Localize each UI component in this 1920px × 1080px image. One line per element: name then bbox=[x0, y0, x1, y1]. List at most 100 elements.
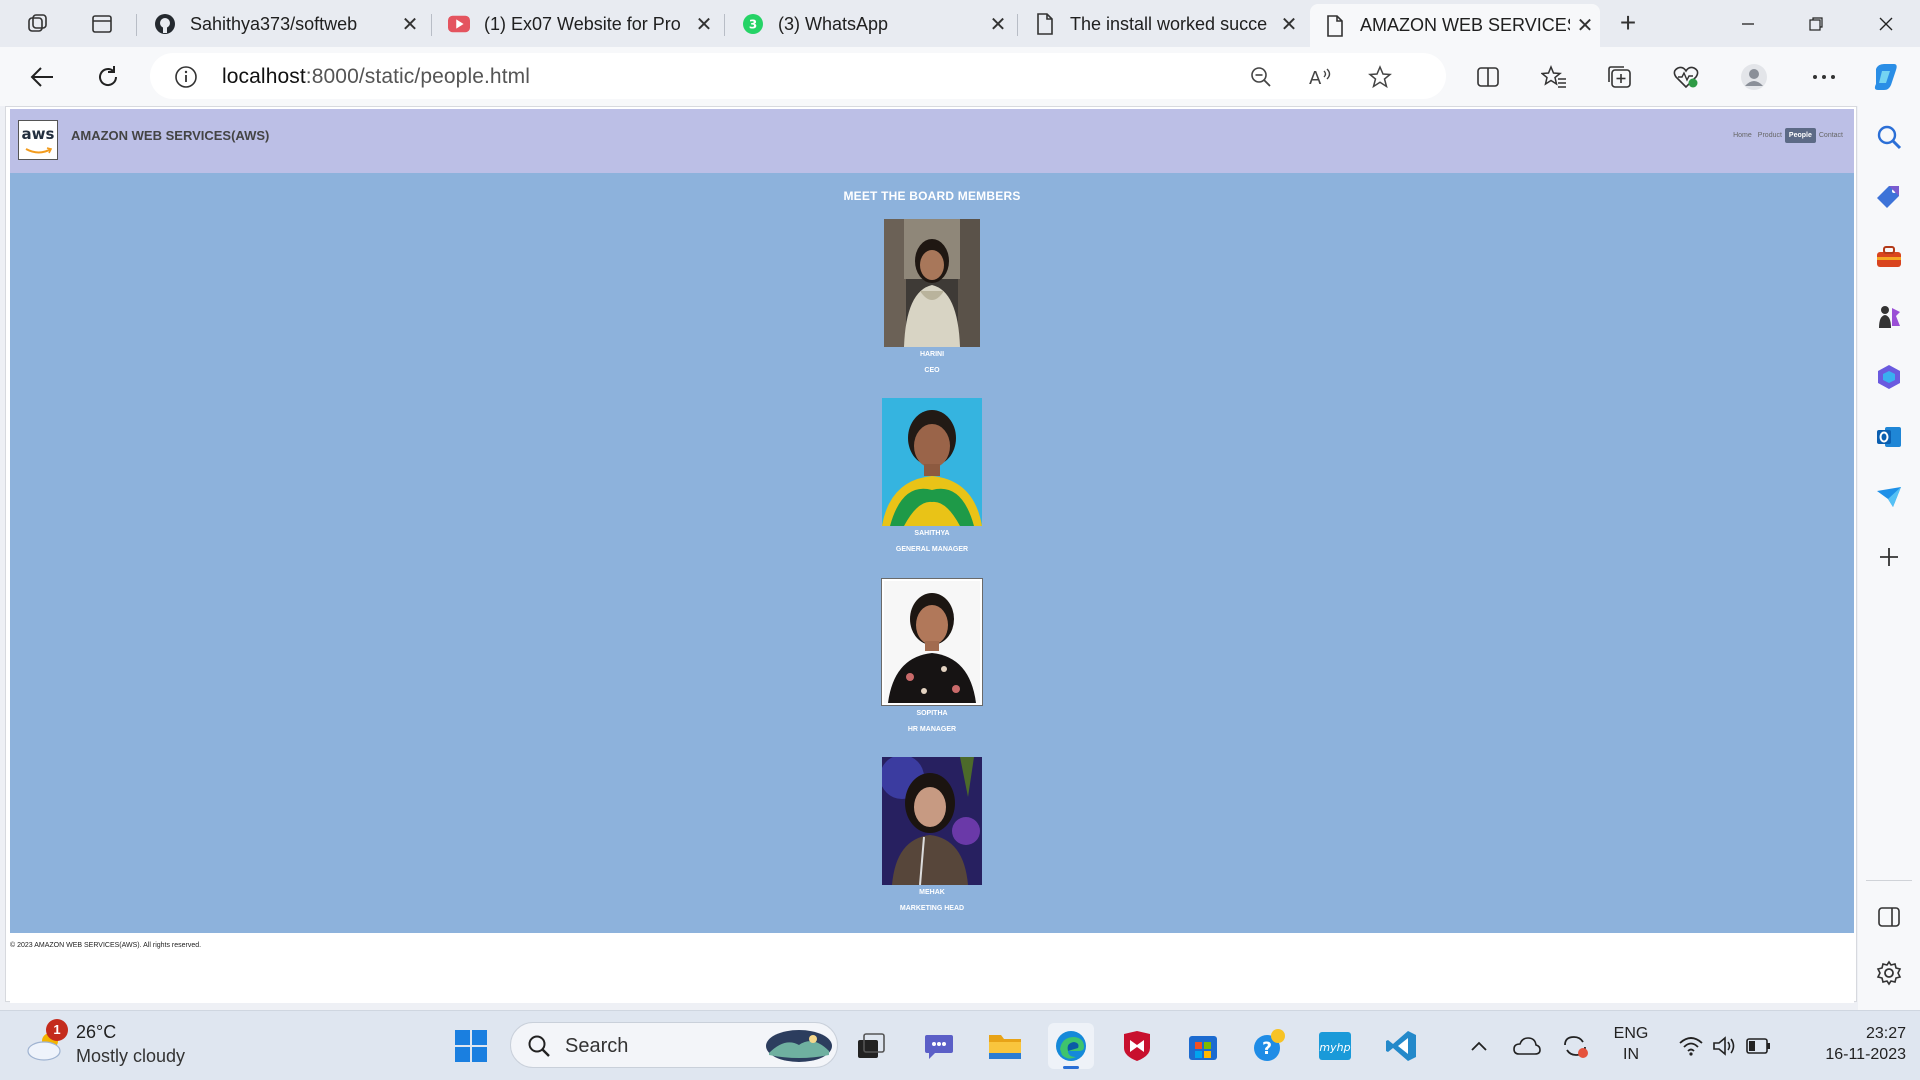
member-photo bbox=[884, 219, 980, 347]
people-section: MEET THE BOARD MEMBERS HARINI CEO SAHITH… bbox=[10, 173, 1854, 933]
site-title: AMAZON WEB SERVICES(AWS) bbox=[71, 128, 270, 143]
clock-date: 16-11-2023 bbox=[1825, 1046, 1906, 1063]
myhp-icon[interactable]: myhp bbox=[1312, 1023, 1358, 1069]
youtube-icon bbox=[448, 13, 470, 35]
split-screen-icon[interactable] bbox=[1468, 57, 1508, 97]
nav-people[interactable]: People bbox=[1784, 128, 1816, 143]
browser-toolbar: localhost:8000/static/people.html A bbox=[0, 47, 1920, 106]
close-tab-icon[interactable]: ✕ bbox=[1570, 13, 1600, 38]
more-menu-icon[interactable] bbox=[1804, 57, 1844, 97]
weather-badge: 1 bbox=[46, 1019, 68, 1041]
copilot-icon[interactable] bbox=[1866, 57, 1906, 97]
microsoft365-icon[interactable] bbox=[1872, 360, 1906, 394]
sync-icon[interactable] bbox=[1552, 1023, 1598, 1069]
member-card: MEHAK MARKETING HEAD bbox=[852, 757, 1012, 913]
workspaces-icon[interactable] bbox=[18, 8, 58, 40]
edge-browser-icon[interactable] bbox=[1048, 1023, 1094, 1069]
teams-chat-icon[interactable] bbox=[916, 1023, 962, 1069]
weather-desc[interactable]: Mostly cloudy bbox=[76, 1046, 185, 1067]
send-drop-icon[interactable] bbox=[1872, 480, 1906, 514]
page-heading: MEET THE BOARD MEMBERS bbox=[843, 189, 1021, 203]
search-icon bbox=[527, 1034, 551, 1063]
logo-text: aws bbox=[21, 125, 55, 143]
vscode-icon[interactable] bbox=[1378, 1023, 1424, 1069]
member-photo bbox=[881, 578, 983, 706]
nav-product[interactable]: Product bbox=[1755, 128, 1785, 143]
profile-avatar[interactable] bbox=[1734, 57, 1774, 97]
svg-text:?: ? bbox=[1262, 1039, 1272, 1059]
start-button[interactable] bbox=[448, 1023, 494, 1069]
task-view-icon[interactable] bbox=[848, 1023, 894, 1069]
taskbar-search[interactable]: Search bbox=[510, 1022, 838, 1068]
member-name: SAHITHYA bbox=[914, 530, 950, 537]
aws-logo[interactable]: aws bbox=[18, 120, 58, 160]
close-window-button[interactable] bbox=[1866, 6, 1906, 42]
browser-essentials-icon[interactable] bbox=[1666, 57, 1706, 97]
url-path: :8000/static/people.html bbox=[305, 65, 530, 88]
site-info-icon[interactable] bbox=[174, 65, 198, 94]
tab-aws-active[interactable]: AMAZON WEB SERVICES ✕ bbox=[1310, 4, 1600, 47]
refresh-button[interactable] bbox=[88, 57, 128, 97]
tab-youtube[interactable]: (1) Ex07 Website for Pro ✕ bbox=[434, 4, 719, 44]
get-help-icon[interactable]: ? bbox=[1246, 1023, 1292, 1069]
shopping-tag-icon[interactable] bbox=[1872, 180, 1906, 214]
settings-gear-icon[interactable] bbox=[1872, 956, 1906, 990]
close-tab-icon[interactable]: ✕ bbox=[983, 12, 1013, 37]
read-aloud-icon[interactable]: A bbox=[1306, 62, 1336, 92]
tab-whatsapp[interactable]: 3 (3) WhatsApp ✕ bbox=[728, 4, 1013, 44]
add-sidebar-app-icon[interactable] bbox=[1872, 540, 1906, 574]
nav-home[interactable]: Home bbox=[1730, 128, 1755, 143]
zoom-out-icon[interactable] bbox=[1246, 62, 1276, 92]
minimize-button[interactable] bbox=[1728, 6, 1768, 42]
clock[interactable]: 23:27 16-11-2023 bbox=[1786, 1025, 1906, 1064]
page-viewport: aws AMAZON WEB SERVICES(AWS) Home Produc… bbox=[5, 106, 1857, 1003]
footer-text: © 2023 AMAZON WEB SERVICES(AWS). All rig… bbox=[10, 942, 202, 949]
onedrive-cloud-icon[interactable] bbox=[1504, 1023, 1550, 1069]
tab-github[interactable]: Sahithya373/softweb ✕ bbox=[140, 4, 425, 44]
volume-icon[interactable] bbox=[1712, 1035, 1738, 1062]
tab-title: Sahithya373/softweb bbox=[190, 13, 358, 34]
nav-contact[interactable]: Contact bbox=[1816, 128, 1846, 143]
address-bar[interactable]: localhost:8000/static/people.html A bbox=[150, 53, 1446, 99]
member-role: CEO bbox=[924, 367, 940, 374]
favorites-icon[interactable] bbox=[1534, 57, 1574, 97]
microsoft-store-icon[interactable] bbox=[1180, 1023, 1226, 1069]
member-role: HR MANAGER bbox=[907, 726, 957, 733]
mcafee-icon[interactable] bbox=[1114, 1023, 1160, 1069]
region-code: IN bbox=[1623, 1046, 1639, 1063]
battery-icon[interactable] bbox=[1746, 1037, 1772, 1060]
tab-title: (1) Ex07 Website for Pro bbox=[484, 13, 681, 34]
wifi-icon[interactable] bbox=[1678, 1035, 1704, 1062]
url-host: localhost bbox=[222, 65, 306, 88]
weather-temp[interactable]: 26°C bbox=[76, 1022, 116, 1043]
tools-briefcase-icon[interactable] bbox=[1872, 240, 1906, 274]
file-explorer-icon[interactable] bbox=[982, 1023, 1028, 1069]
hide-sidebar-icon[interactable] bbox=[1872, 900, 1906, 934]
tab-actions-icon[interactable] bbox=[82, 8, 122, 40]
tab-django-install[interactable]: The install worked succe ✕ bbox=[1020, 4, 1304, 44]
svg-text:myhp: myhp bbox=[1319, 1041, 1350, 1054]
outlook-icon[interactable] bbox=[1872, 420, 1906, 454]
close-tab-icon[interactable]: ✕ bbox=[689, 12, 719, 37]
close-tab-icon[interactable]: ✕ bbox=[395, 12, 425, 37]
close-tab-icon[interactable]: ✕ bbox=[1274, 12, 1304, 37]
language-indicator[interactable]: ENG IN bbox=[1606, 1025, 1656, 1064]
search-icon[interactable] bbox=[1872, 120, 1906, 154]
games-icon[interactable] bbox=[1872, 300, 1906, 334]
member-photo bbox=[882, 398, 982, 526]
clock-time: 23:27 bbox=[1865, 1025, 1906, 1042]
member-role: MARKETING HEAD bbox=[899, 905, 965, 912]
search-label: Search bbox=[565, 1035, 629, 1057]
back-button[interactable] bbox=[22, 57, 62, 97]
member-card: SOPITHA HR MANAGER bbox=[852, 578, 1012, 734]
favorite-star-icon[interactable] bbox=[1365, 62, 1395, 92]
collections-icon[interactable] bbox=[1600, 57, 1640, 97]
search-highlight-image bbox=[765, 1029, 833, 1068]
svg-text:A: A bbox=[1309, 68, 1322, 88]
show-hidden-icons-chevron[interactable] bbox=[1456, 1023, 1502, 1069]
restore-button[interactable] bbox=[1796, 6, 1836, 42]
url-text: localhost:8000/static/people.html bbox=[222, 65, 530, 89]
site-header: aws AMAZON WEB SERVICES(AWS) Home Produc… bbox=[10, 109, 1854, 173]
member-name: SOPITHA bbox=[916, 710, 948, 717]
new-tab-button[interactable]: + bbox=[1612, 8, 1644, 40]
